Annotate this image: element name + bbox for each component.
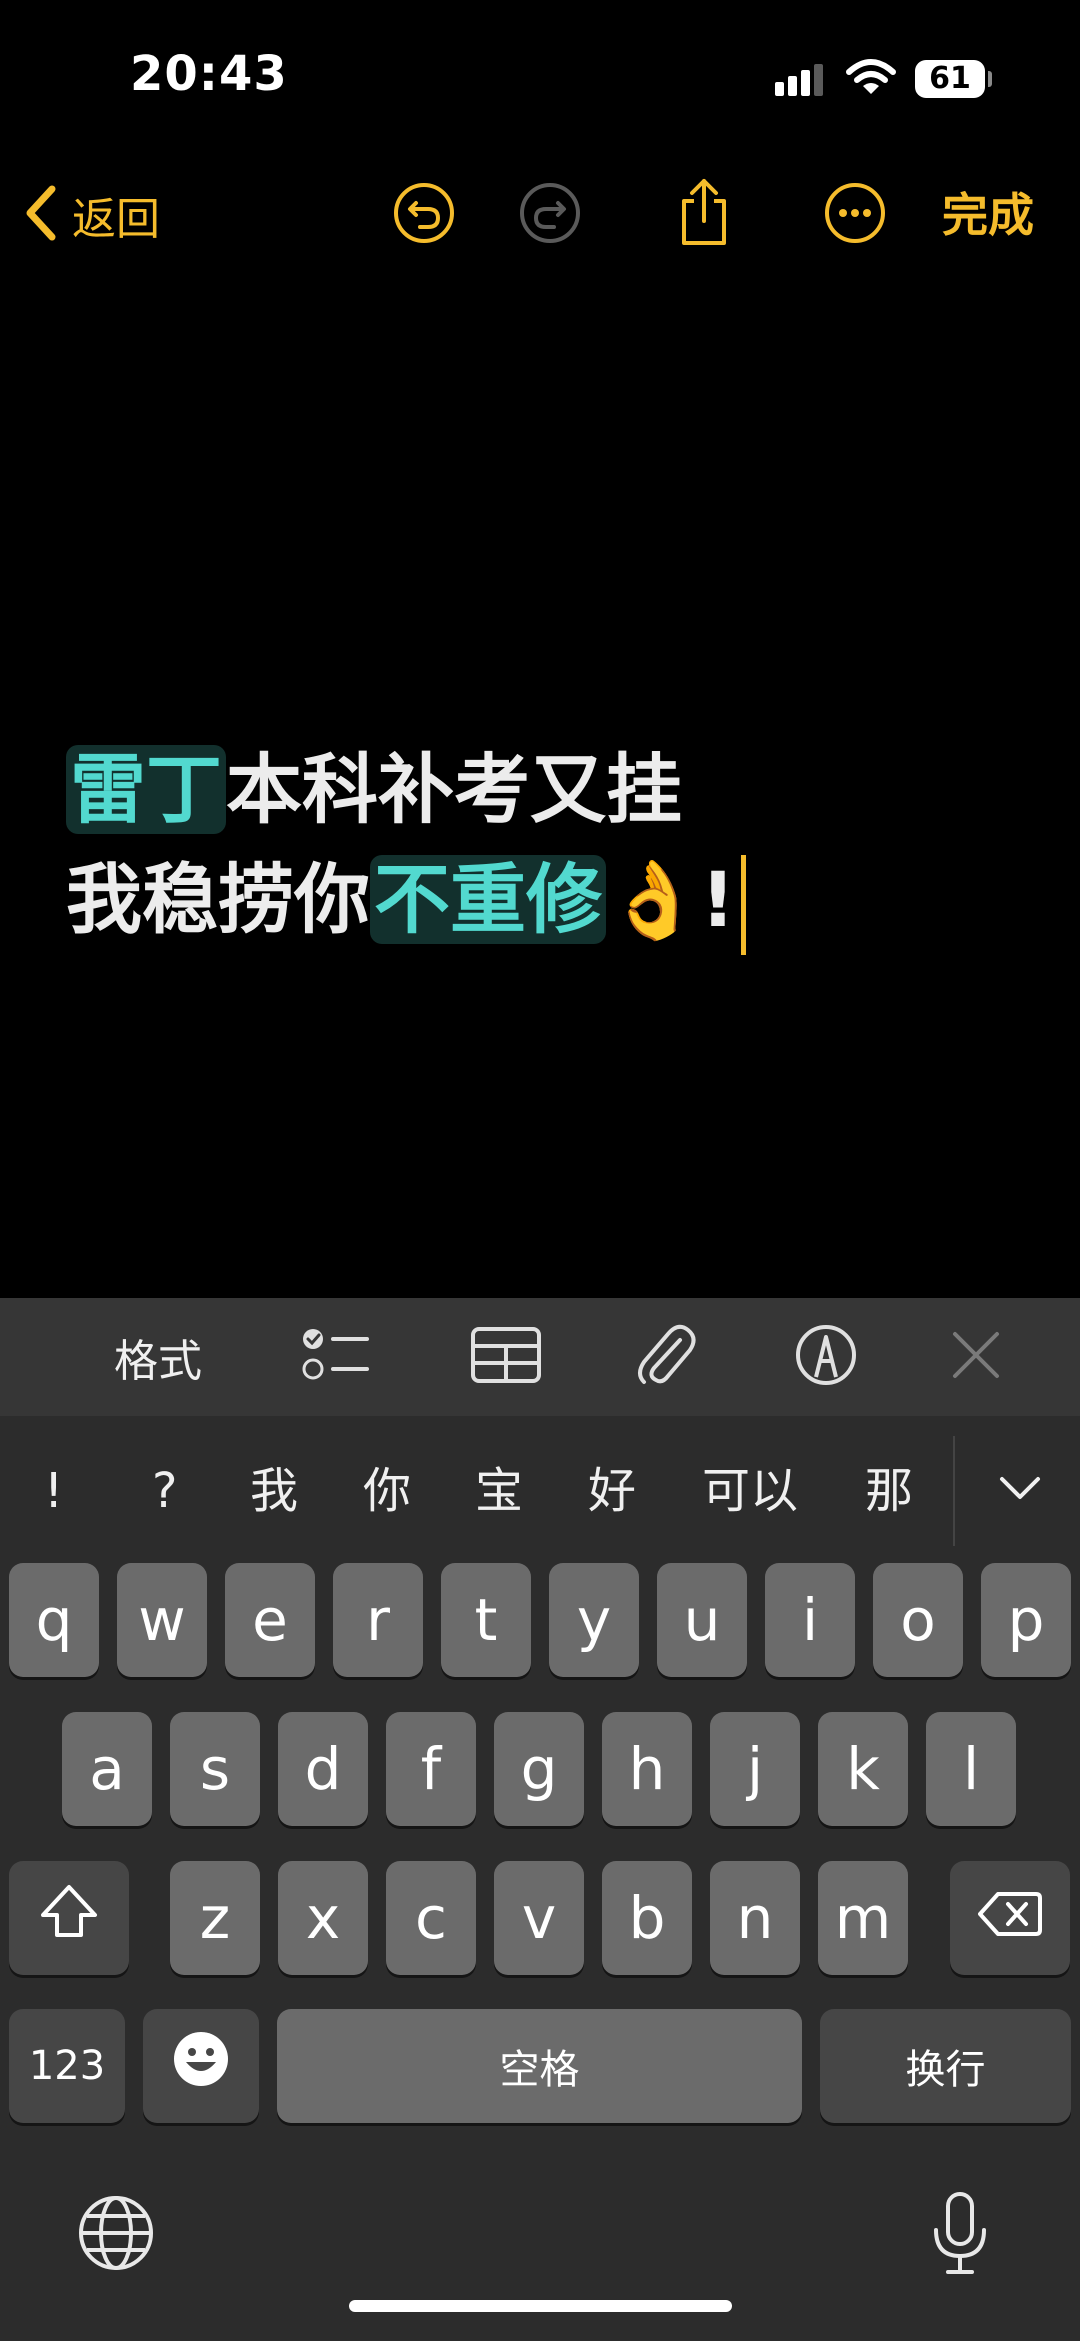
key-e[interactable]: e xyxy=(225,1563,315,1677)
battery-nub xyxy=(988,71,992,87)
candidate-word[interactable]: ! xyxy=(44,1456,63,1526)
key-g[interactable]: g xyxy=(494,1712,584,1826)
key-l[interactable]: l xyxy=(926,1712,1016,1826)
note-line-2: 我稳捞你不重修👌! xyxy=(66,845,1026,955)
key-z[interactable]: z xyxy=(170,1861,260,1975)
backspace-icon xyxy=(978,1884,1042,1952)
key-s[interactable]: s xyxy=(170,1712,260,1826)
key-r[interactable]: r xyxy=(333,1563,423,1677)
close-icon xyxy=(949,1328,1003,1386)
globe-button[interactable] xyxy=(72,2191,160,2279)
candidate-word[interactable]: 宝 xyxy=(475,1456,523,1526)
key-i[interactable]: i xyxy=(765,1563,855,1677)
shift-arrow-icon xyxy=(39,1883,99,1953)
note-text: 本科补考又挂 xyxy=(226,745,682,834)
highlighted-text: 雷丁 xyxy=(66,745,226,834)
attachment-button[interactable] xyxy=(626,1317,706,1397)
status-bar: 20:43 61 xyxy=(0,0,1080,160)
note-line-1: 雷丁本科补考又挂 xyxy=(66,735,1026,845)
table-icon xyxy=(470,1326,542,1388)
pen-circle-icon xyxy=(794,1323,858,1391)
candidate-word[interactable]: 你 xyxy=(363,1456,411,1526)
cellular-signal-icon xyxy=(775,62,831,102)
microphone-icon xyxy=(930,2190,990,2282)
candidate-word[interactable]: 我 xyxy=(250,1456,298,1526)
numbers-key[interactable]: 123 xyxy=(9,2009,125,2123)
text-cursor xyxy=(741,855,747,955)
chevron-left-icon xyxy=(22,183,58,247)
close-format-bar-button[interactable] xyxy=(936,1317,1016,1397)
notes-toolbar: 返回 完成 xyxy=(0,160,1080,270)
expand-candidates-button[interactable] xyxy=(985,1456,1055,1526)
share-button[interactable] xyxy=(664,175,744,255)
key-u[interactable]: u xyxy=(657,1563,747,1677)
undo-icon xyxy=(392,181,456,249)
key-b[interactable]: b xyxy=(602,1861,692,1975)
format-toolbar: 格式 xyxy=(0,1298,1080,1416)
key-p[interactable]: p xyxy=(981,1563,1071,1677)
key-f[interactable]: f xyxy=(386,1712,476,1826)
emoji-face-icon xyxy=(172,2030,230,2102)
delete-key[interactable] xyxy=(950,1861,1070,1975)
highlighted-text: 不重修 xyxy=(370,855,606,944)
key-n[interactable]: n xyxy=(710,1861,800,1975)
key-a[interactable]: a xyxy=(62,1712,152,1826)
candidate-word[interactable]: 那 xyxy=(865,1456,913,1526)
status-time: 20:43 xyxy=(130,46,288,102)
emoji-key[interactable] xyxy=(143,2009,259,2123)
battery-indicator: 61 xyxy=(915,60,985,98)
note-text-area[interactable]: 雷丁本科补考又挂 我稳捞你不重修👌! xyxy=(66,735,1026,955)
chevron-down-icon xyxy=(998,1475,1042,1507)
key-x[interactable]: x xyxy=(278,1861,368,1975)
done-button[interactable]: 完成 xyxy=(942,180,1034,250)
return-key[interactable]: 换行 xyxy=(820,2009,1071,2123)
table-button[interactable] xyxy=(466,1317,546,1397)
key-y[interactable]: y xyxy=(549,1563,639,1677)
key-k[interactable]: k xyxy=(818,1712,908,1826)
notes-screen: 20:43 61 返回 完成 雷丁本科补考又挂 我稳捞你不重修👌! 格式 ! ?… xyxy=(0,0,1080,2341)
key-h[interactable]: h xyxy=(602,1712,692,1826)
more-options-icon xyxy=(823,181,887,249)
candidate-word[interactable]: 好 xyxy=(588,1456,636,1526)
key-w[interactable]: w xyxy=(117,1563,207,1677)
checklist-icon xyxy=(301,1323,371,1391)
key-v[interactable]: v xyxy=(494,1861,584,1975)
key-o[interactable]: o xyxy=(873,1563,963,1677)
candidate-divider xyxy=(953,1436,955,1546)
candidate-bar: ! ? 我 你 宝 好 可以 那 xyxy=(0,1416,1080,1566)
wifi-icon xyxy=(845,58,897,102)
note-text: ! xyxy=(700,855,736,944)
paperclip-icon xyxy=(634,1320,698,1394)
candidate-word[interactable]: ? xyxy=(152,1456,177,1526)
candidate-word[interactable]: 可以 xyxy=(702,1456,798,1526)
key-d[interactable]: d xyxy=(278,1712,368,1826)
home-indicator[interactable] xyxy=(349,2300,732,2312)
redo-icon xyxy=(518,181,582,249)
key-m[interactable]: m xyxy=(818,1861,908,1975)
share-icon xyxy=(672,177,736,253)
back-button[interactable]: 返回 xyxy=(22,180,160,250)
key-c[interactable]: c xyxy=(386,1861,476,1975)
ok-hand-emoji: 👌 xyxy=(606,855,701,944)
globe-icon xyxy=(77,2194,155,2276)
markup-button[interactable] xyxy=(786,1317,866,1397)
key-q[interactable]: q xyxy=(9,1563,99,1677)
format-button[interactable]: 格式 xyxy=(108,1317,208,1397)
redo-button[interactable] xyxy=(510,175,590,255)
checklist-button[interactable] xyxy=(296,1317,376,1397)
undo-button[interactable] xyxy=(384,175,464,255)
shift-key[interactable] xyxy=(9,1861,129,1975)
space-key[interactable]: 空格 xyxy=(277,2009,802,2123)
dictation-button[interactable] xyxy=(920,2186,1000,2286)
back-label: 返回 xyxy=(72,194,160,245)
key-t[interactable]: t xyxy=(441,1563,531,1677)
note-text: 我稳捞你 xyxy=(66,855,370,944)
key-j[interactable]: j xyxy=(710,1712,800,1826)
more-options-button[interactable] xyxy=(815,175,895,255)
